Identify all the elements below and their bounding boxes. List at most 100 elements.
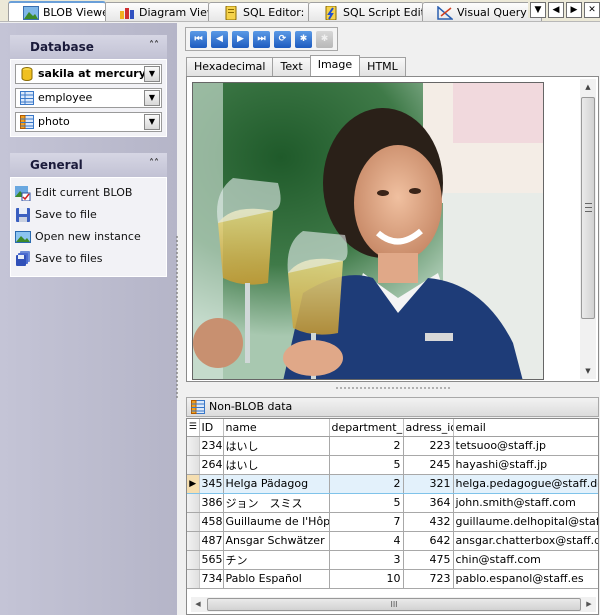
column-header-id[interactable]: ID — [199, 419, 224, 437]
collapse-icon[interactable]: ˄˄ — [149, 158, 159, 169]
cell-email[interactable]: pablo.espanol@staff.es — [453, 569, 598, 589]
cell-id[interactable]: 345 — [199, 473, 224, 494]
scroll-right-arrow-icon[interactable]: ▶ — [582, 597, 596, 612]
column-header-adress-id[interactable]: adress_id — [403, 419, 454, 437]
cell-email[interactable]: john.smith@staff.com — [453, 493, 598, 513]
tab-hexadecimal[interactable]: Hexadecimal — [186, 57, 274, 76]
chevron-down-icon[interactable]: ▼ — [144, 90, 160, 106]
cell-department-id[interactable]: 4 — [329, 531, 404, 551]
table-row[interactable]: 386 ジョン スミス 5 364 john.smith@staff.com — [187, 493, 598, 513]
table-row[interactable]: 458Guillaume de l'Hôpital7432guillaume.d… — [187, 512, 598, 532]
tab-blob-viewer[interactable]: BLOB Viewer — [8, 1, 106, 21]
cell-department-id[interactable]: 10 — [329, 569, 404, 589]
cell-name[interactable]: はいし — [223, 436, 330, 456]
next-record-button[interactable]: ▶ — [232, 31, 249, 48]
table-row[interactable]: ▶ 345 Helga Pädagog 2 321 helga.pedagogue@sta… — [187, 473, 598, 494]
cell-adress-id[interactable]: 642 — [403, 531, 454, 551]
tab-visual-query-builder[interactable]: Visual Query Buil — [422, 2, 542, 21]
table-row[interactable]: 734 Pablo Español 10 723 pablo.espanol@staff… — [187, 569, 598, 589]
cell-email[interactable]: ansgar.chatterbox@staff.de — [453, 531, 598, 551]
cell-adress-id[interactable]: 723 — [403, 569, 454, 589]
cell-id[interactable]: 234 — [199, 436, 224, 456]
first-record-button[interactable]: ⏮ — [190, 31, 207, 48]
image-vertical-scrollbar[interactable]: ▲ ▼ — [580, 79, 596, 379]
cell-email[interactable]: helga.pedagogue@staff.de — [453, 473, 598, 494]
scrollbar-thumb[interactable]: III — [207, 598, 581, 611]
chevron-down-icon[interactable]: ▼ — [144, 114, 160, 130]
row-indicator[interactable] — [187, 512, 200, 532]
row-indicator[interactable] — [187, 569, 200, 589]
tab-image[interactable]: Image — [309, 55, 361, 76]
sidebar-splitter[interactable] — [175, 235, 180, 400]
cell-name[interactable]: Pablo Español — [223, 569, 330, 589]
cell-department-id[interactable]: 7 — [329, 512, 404, 532]
column-header-name[interactable]: name — [223, 419, 330, 437]
cell-id[interactable]: 487 — [199, 531, 224, 551]
cell-adress-id[interactable]: 475 — [403, 550, 454, 570]
cell-id[interactable]: 458 — [199, 512, 224, 532]
table-row[interactable]: 487 Ansgar Schwätzer 4 642 ansgar.chatterbox… — [187, 531, 598, 551]
cell-email[interactable]: tetsuoo@staff.jp — [453, 436, 598, 456]
apply-button[interactable]: ✱ — [295, 31, 312, 48]
table-select[interactable]: employee ▼ — [15, 88, 162, 108]
cell-id[interactable]: 565 — [199, 550, 224, 570]
cancel-button[interactable]: ✱ — [316, 31, 333, 48]
collapse-icon[interactable]: ˄˄ — [149, 40, 159, 51]
cell-name[interactable]: ジョン スミス — [223, 493, 330, 513]
row-indicator[interactable] — [187, 493, 200, 513]
table-row[interactable]: 234 はいし 2 223 tetsuoo@staff.jp — [187, 436, 598, 456]
general-group-header[interactable]: General ˄˄ — [10, 153, 167, 177]
column-chooser-icon[interactable]: ☰ — [187, 419, 200, 437]
open-new-instance-action[interactable]: Open new instance — [13, 226, 164, 248]
prior-record-button[interactable]: ◀ — [211, 31, 228, 48]
cell-department-id[interactable]: 5 — [329, 455, 404, 475]
cell-name[interactable]: はいし — [223, 455, 330, 475]
tab-list-dropdown-button[interactable]: ▼ — [530, 2, 546, 18]
cell-email[interactable]: hayashi@staff.jp — [453, 455, 598, 475]
tab-html[interactable]: HTML — [359, 57, 406, 76]
table-row[interactable]: 264 はいし 5 245 hayashi@staff.jp — [187, 455, 598, 475]
column-header-department-id[interactable]: department_id — [329, 419, 404, 437]
save-to-file-action[interactable]: Save to file — [13, 204, 164, 226]
row-indicator[interactable] — [187, 531, 200, 551]
chevron-down-icon[interactable]: ▼ — [144, 66, 160, 82]
scroll-down-arrow-icon[interactable]: ▼ — [580, 363, 596, 379]
connection-select[interactable]: sakila at mercury ▼ — [15, 64, 162, 84]
tab-diagram-viewer[interactable]: Diagram Viewer — [104, 2, 210, 21]
last-record-button[interactable]: ⏭ — [253, 31, 270, 48]
table-row[interactable]: 565 チン 3 475 chin@staff.com — [187, 550, 598, 570]
cell-name[interactable]: Guillaume de l'Hôpital — [223, 512, 330, 532]
tab-scroll-left-button[interactable]: ◀ — [548, 2, 564, 18]
row-indicator[interactable] — [187, 455, 200, 475]
cell-id[interactable]: 264 — [199, 455, 224, 475]
cell-department-id[interactable]: 3 — [329, 550, 404, 570]
cell-adress-id[interactable]: 364 — [403, 493, 454, 513]
image-data-splitter[interactable] — [335, 386, 450, 390]
cell-department-id[interactable]: 2 — [329, 473, 404, 494]
row-indicator[interactable] — [187, 436, 200, 456]
cell-id[interactable]: 734 — [199, 569, 224, 589]
grid-horizontal-scrollbar[interactable]: ◀ III ▶ — [191, 597, 596, 612]
scrollbar-thumb[interactable] — [581, 97, 595, 319]
field-select[interactable]: photo ▼ — [15, 112, 162, 132]
close-tab-button[interactable]: ✕ — [584, 2, 600, 18]
cell-adress-id[interactable]: 223 — [403, 436, 454, 456]
cell-name[interactable]: Ansgar Schwätzer — [223, 531, 330, 551]
cell-department-id[interactable]: 5 — [329, 493, 404, 513]
row-indicator[interactable]: ▶ — [187, 473, 200, 494]
tab-scroll-right-button[interactable]: ▶ — [566, 2, 582, 18]
cell-department-id[interactable]: 2 — [329, 436, 404, 456]
cell-adress-id[interactable]: 432 — [403, 512, 454, 532]
tab-sql-editor[interactable]: SQL Editor: ... — [208, 2, 310, 21]
row-indicator[interactable] — [187, 550, 200, 570]
database-group-header[interactable]: Database ˄˄ — [10, 35, 167, 59]
cell-email[interactable]: chin@staff.com — [453, 550, 598, 570]
edit-current-blob-action[interactable]: Edit current BLOB — [13, 182, 164, 204]
column-header-email[interactable]: email — [453, 419, 598, 437]
scroll-up-arrow-icon[interactable]: ▲ — [580, 79, 596, 95]
save-to-files-action[interactable]: Save to files — [13, 248, 164, 270]
cell-name[interactable]: Helga Pädagog — [223, 473, 330, 494]
cell-email[interactable]: guillaume.delhopital@staff.es — [453, 512, 598, 532]
tab-sql-script-editor[interactable]: SQL Script Editor — [308, 2, 424, 21]
tab-text[interactable]: Text — [272, 57, 311, 76]
